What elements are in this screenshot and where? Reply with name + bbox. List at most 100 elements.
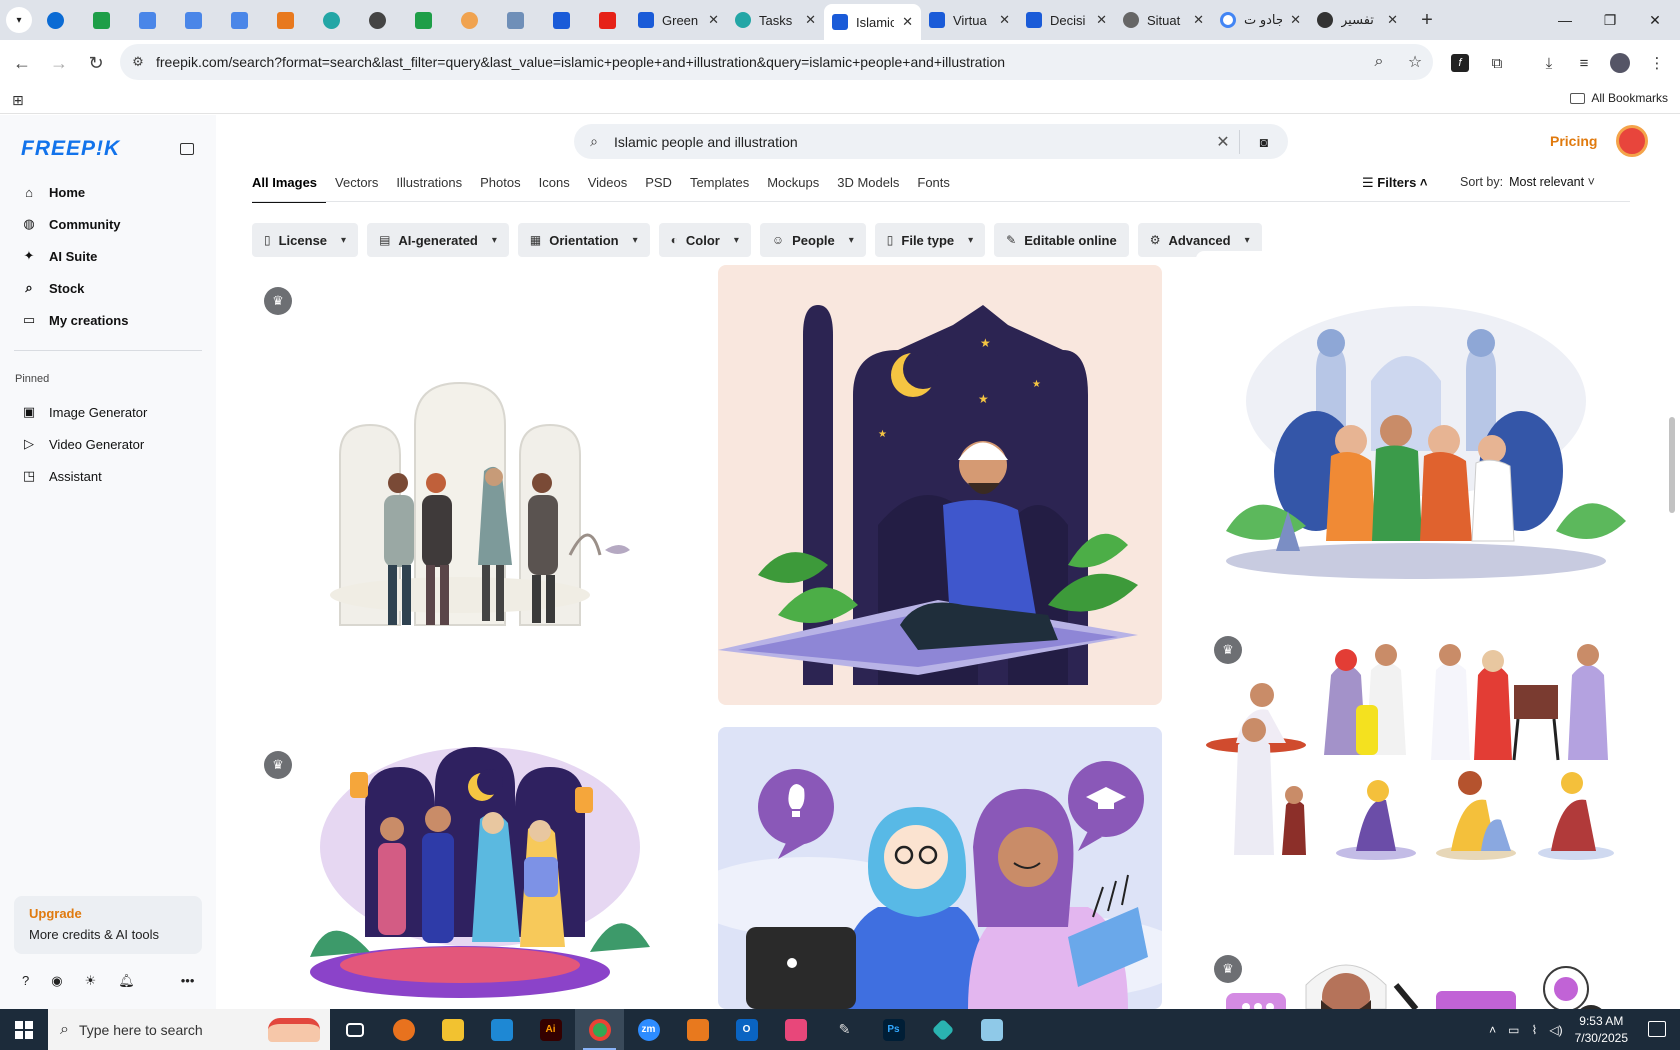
page-scrollbar[interactable] [1664, 115, 1680, 1009]
pinned-tab[interactable] [262, 4, 308, 36]
pinned-tab[interactable] [584, 4, 630, 36]
sidebar-item-ai-suite[interactable]: ✦ AI Suite [14, 241, 204, 271]
pinned-tab[interactable] [492, 4, 538, 36]
tab-icons[interactable]: Icons [530, 175, 579, 203]
taskbar-search[interactable]: ⌕ Type here to search [48, 1009, 330, 1050]
scrollbar-thumb[interactable] [1669, 417, 1675, 513]
pinned-tab[interactable] [32, 4, 78, 36]
pinned-tab[interactable] [446, 4, 492, 36]
tab-decision[interactable]: Decisi ✕ [1018, 4, 1115, 36]
extensions-icon[interactable]: ⧉ [1482, 48, 1512, 78]
download-icon[interactable]: ⤓ [1534, 48, 1564, 78]
all-bookmarks-button[interactable]: All Bookmarks [1570, 91, 1668, 105]
result-image-man-praying[interactable]: ★ ★ ★ ★ [718, 265, 1162, 705]
pricing-link[interactable]: Pricing [1550, 133, 1597, 149]
tab-tafsir[interactable]: تفسير ✕ [1309, 4, 1406, 36]
pinned-tab[interactable] [216, 4, 262, 36]
network-icon[interactable]: ▭ [1508, 1023, 1519, 1037]
discord-icon[interactable]: ◉ [51, 973, 62, 989]
creative-cloud-icon[interactable] [771, 1009, 820, 1050]
tab-virtual[interactable]: Virtua ✕ [921, 4, 1018, 36]
restore-icon[interactable]: ❐ [1585, 0, 1635, 40]
volume-icon[interactable]: ◁) [1549, 1023, 1562, 1037]
search-input[interactable]: Islamic people and illustration [614, 134, 1207, 150]
zoom-icon[interactable]: ⌕ [1361, 53, 1397, 71]
clear-search-icon[interactable]: ✕ [1207, 132, 1239, 152]
tab-google[interactable]: جادو ت ✕ [1212, 4, 1309, 36]
freepik-logo[interactable]: FREEP!K [21, 137, 120, 161]
sidebar-item-my-creations[interactable]: ▭ My creations [14, 305, 204, 335]
chip-license[interactable]: ▯ License ▾ [252, 223, 359, 257]
camera-icon[interactable]: ◙ [1240, 134, 1288, 150]
sidebar-item-home[interactable]: ⌂ Home [14, 177, 204, 207]
pinned-tab[interactable] [538, 4, 584, 36]
vscode-icon[interactable] [477, 1009, 526, 1050]
chip-file-type[interactable]: ▯ File type ▾ [874, 223, 986, 257]
tab-3d-models[interactable]: 3D Models [828, 175, 908, 203]
help-icon[interactable]: ? [22, 973, 29, 989]
clock[interactable]: 9:53 AM 7/30/2025 [1575, 1013, 1628, 1047]
tab-islamic[interactable]: Islamic ✕ [824, 4, 921, 40]
reload-icon[interactable]: ↻ [78, 45, 114, 81]
bookmark-star-icon[interactable]: ☆ [1397, 52, 1433, 72]
result-image-eid-greeting[interactable]: ♛ [250, 265, 670, 688]
sidebar-item-assistant[interactable]: ◳ Assistant [14, 461, 204, 491]
pinned-tab[interactable] [354, 4, 400, 36]
file-explorer-icon[interactable] [428, 1009, 477, 1050]
photoshop-icon[interactable]: Ps [869, 1009, 918, 1050]
tab-fonts[interactable]: Fonts [908, 175, 959, 203]
pen-tool-icon[interactable]: ✎ [820, 1009, 869, 1050]
tab-templates[interactable]: Templates [681, 175, 758, 203]
chip-orientation[interactable]: ▦ Orientation ▾ [517, 223, 650, 257]
illustrator-icon[interactable]: Ai [526, 1009, 575, 1050]
outlook-icon[interactable]: O [722, 1009, 771, 1050]
result-image-students[interactable] [718, 727, 1162, 1009]
address-bar[interactable]: ⚙ freepik.com/search?format=search&last_… [120, 44, 1433, 80]
close-icon[interactable]: ✕ [805, 12, 816, 28]
app-notes-icon[interactable] [967, 1009, 1016, 1050]
more-icon[interactable]: ••• [181, 973, 195, 989]
tab-photos[interactable]: Photos [471, 175, 529, 203]
sidebar-item-community[interactable]: ◍ Community [14, 209, 204, 239]
close-icon[interactable]: ✕ [1096, 12, 1107, 28]
sidebar-toggle-icon[interactable] [180, 143, 194, 155]
wifi-icon[interactable]: ⌇ [1532, 1023, 1538, 1037]
close-icon[interactable]: ✕ [708, 12, 719, 28]
sidebar-item-stock[interactable]: ⌕ Stock [14, 273, 204, 303]
tab-green[interactable]: Green ✕ [630, 4, 727, 36]
pinned-tab[interactable] [400, 4, 446, 36]
chevron-up-icon[interactable]: ˄ [1489, 1023, 1496, 1037]
app-orange-icon[interactable] [673, 1009, 722, 1050]
result-image-family-night[interactable]: ♛ [250, 727, 670, 1009]
chip-color[interactable]: ◐ Color ▾ [658, 223, 751, 257]
sidebar-item-image-generator[interactable]: ▣ Image Generator [14, 397, 204, 427]
sidebar-item-video-generator[interactable]: ▷ Video Generator [14, 429, 204, 459]
profile-icon[interactable] [1605, 48, 1635, 78]
bell-icon[interactable]: 🔔︎ [118, 973, 135, 989]
pinned-tab[interactable] [170, 4, 216, 36]
tab-vectors[interactable]: Vectors [326, 175, 387, 203]
pinned-tab[interactable] [78, 4, 124, 36]
task-view-icon[interactable] [330, 1009, 379, 1050]
notifications-icon[interactable] [1648, 1021, 1666, 1037]
close-icon[interactable]: ✕ [999, 12, 1010, 28]
url-text[interactable]: freepik.com/search?format=search&last_fi… [156, 54, 1361, 70]
chrome-icon[interactable] [575, 1009, 624, 1050]
app-teal-icon[interactable] [918, 1009, 967, 1050]
tab-situation[interactable]: Situat ✕ [1115, 4, 1212, 36]
zoom-icon[interactable]: zm [624, 1009, 673, 1050]
minimize-icon[interactable]: — [1540, 0, 1590, 40]
theme-icon[interactable]: ☀ [85, 973, 97, 989]
back-icon[interactable]: ← [4, 45, 40, 81]
avatar[interactable] [1616, 125, 1648, 157]
search-bar[interactable]: ⌕ Islamic people and illustration ✕ ◙ [574, 124, 1288, 159]
result-image-family-drums[interactable] [1196, 251, 1630, 581]
menu-icon[interactable]: ⋮ [1642, 48, 1672, 78]
close-icon[interactable]: ✕ [1290, 12, 1301, 28]
tab-illustrations[interactable]: Illustrations [387, 175, 471, 203]
tab-tasks[interactable]: Tasks ✕ [727, 4, 824, 36]
new-tab-button[interactable]: + [1412, 9, 1442, 32]
tab-search-button[interactable]: ▾ [6, 7, 32, 33]
tab-mockups[interactable]: Mockups [758, 175, 828, 203]
tab-videos[interactable]: Videos [579, 175, 637, 203]
